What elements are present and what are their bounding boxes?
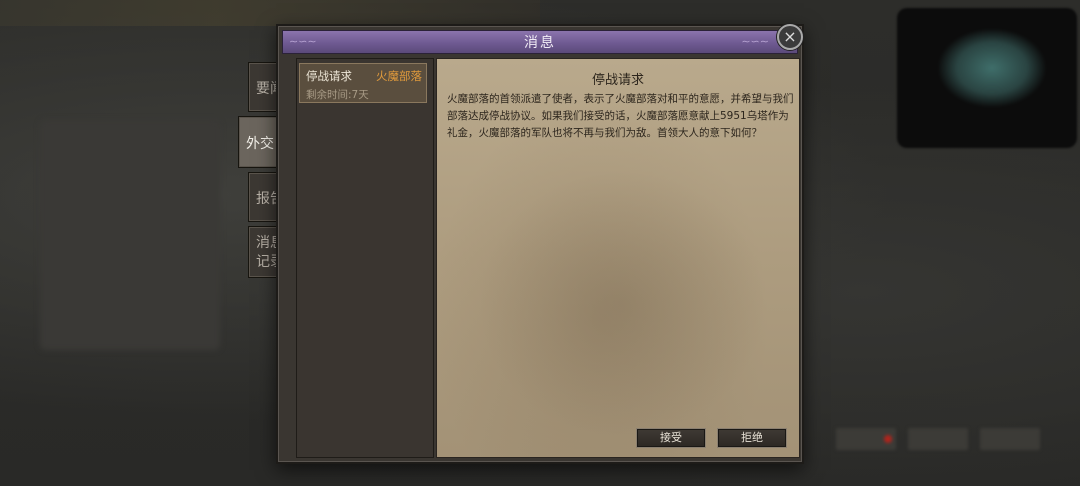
- message-detail: 停战请求 火魔部落的首领派遣了使者，表示了火魔部落对和平的意愿，并希望与我们部落…: [436, 58, 800, 458]
- reject-button[interactable]: 拒绝: [717, 428, 787, 448]
- detail-body: 火魔部落的首领派遣了使者，表示了火魔部落对和平的意愿，并希望与我们部落达成停战协…: [447, 93, 794, 139]
- tab-label: 外交: [246, 136, 274, 152]
- background-button: [980, 428, 1040, 450]
- close-icon[interactable]: ×: [777, 24, 803, 50]
- message-list: 停战请求 火魔部落 剩余时间:7天: [296, 58, 434, 458]
- message-time-left: 剩余时间:7天: [306, 89, 369, 101]
- message-faction: 火魔部落: [376, 69, 422, 83]
- background-resource-bar: [0, 0, 540, 26]
- message-title: 停战请求: [306, 69, 352, 83]
- background-panel: [40, 120, 220, 350]
- dialog-title: 消息: [524, 35, 556, 51]
- minimap-terrain: [937, 28, 1047, 108]
- parchment-illustration: [477, 169, 767, 439]
- background-button: [836, 428, 896, 450]
- list-item[interactable]: 停战请求 火魔部落 剩余时间:7天: [299, 63, 427, 103]
- minimap: [897, 8, 1077, 148]
- dialog-titlebar: ∼∽∼ ∼∽∼ 消息: [282, 30, 798, 54]
- detail-title: 停战请求: [591, 73, 644, 88]
- accept-button[interactable]: 接受: [636, 428, 706, 448]
- background-button: [908, 428, 968, 450]
